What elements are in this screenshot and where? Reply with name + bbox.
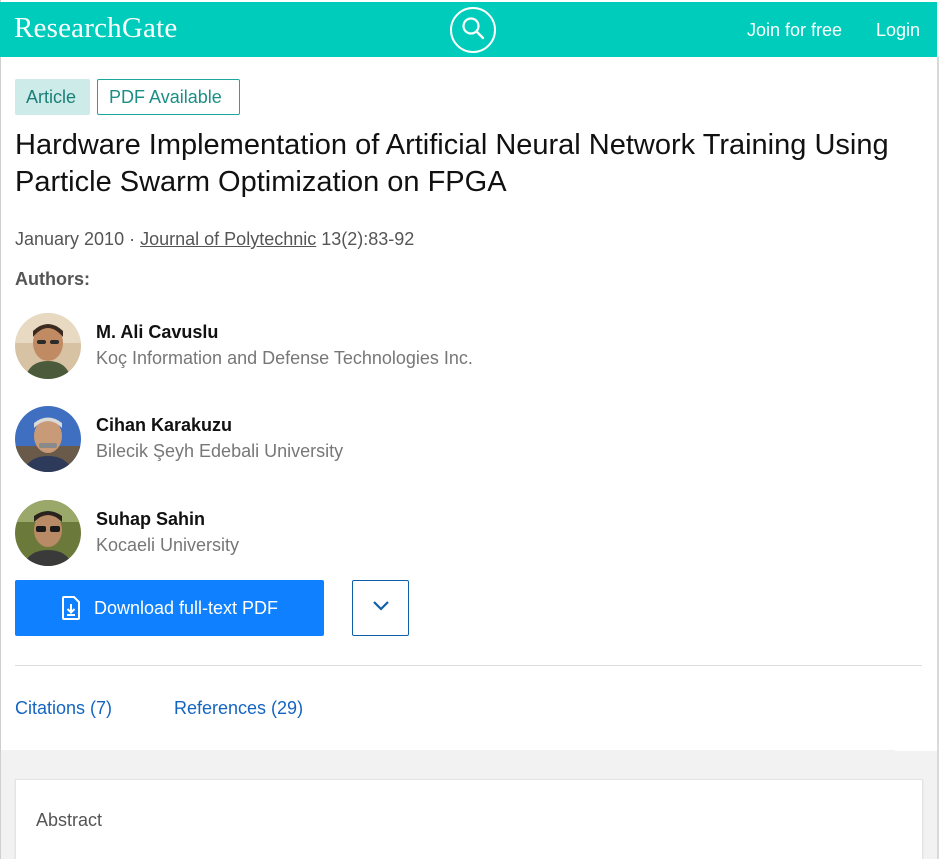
tab-citations[interactable]: Citations (7) <box>15 698 112 719</box>
publication-date: January 2010 <box>15 229 125 249</box>
search-button[interactable] <box>450 7 496 53</box>
pdf-available-badge: PDF Available <box>97 79 240 115</box>
journal-volume: 13(2):83-92 <box>321 229 415 249</box>
meta-separator: · <box>129 229 136 249</box>
download-button-label: Download full-text PDF <box>93 597 279 618</box>
author-item: M. Ali Cavuslu Koç Information and Defen… <box>15 313 715 379</box>
author-institution: Bilecik Şeyh Edebali University <box>96 441 344 461</box>
tab-references[interactable]: References (29) <box>174 698 303 719</box>
journal-link[interactable]: Journal of Polytechnic <box>140 229 316 249</box>
researchgate-logo[interactable]: ResearchGate <box>14 12 177 45</box>
author-name[interactable]: Suhap Sahin <box>96 509 205 530</box>
author-name[interactable]: M. Ali Cavuslu <box>96 322 218 343</box>
author-item: Suhap Sahin Kocaeli University <box>15 500 715 566</box>
author-institution: Koç Information and Defense Technologies… <box>96 348 473 368</box>
abstract-heading: Abstract <box>36 810 103 830</box>
section-divider <box>15 665 922 666</box>
author-avatar[interactable] <box>15 406 81 472</box>
author-institution: Kocaeli University <box>96 535 240 555</box>
authors-heading: Authors: <box>15 269 90 289</box>
join-for-free-link[interactable]: Join for free <box>747 20 842 41</box>
publication-meta: January 2010 · Journal of Polytechnic 13… <box>15 229 414 250</box>
author-name[interactable]: Cihan Karakuzu <box>96 415 232 436</box>
background-notch <box>895 745 937 751</box>
author-avatar[interactable] <box>15 500 81 566</box>
author-item: Cihan Karakuzu Bilecik Şeyh Edebali Univ… <box>15 406 715 472</box>
download-full-text-button[interactable]: Download full-text PDF <box>15 580 324 636</box>
abstract-card: Abstract <box>15 779 923 859</box>
top-navigation-bar: ResearchGate Join for free Login <box>0 2 937 57</box>
chevron-down-icon <box>372 599 390 617</box>
search-icon <box>461 16 485 45</box>
pdf-download-icon <box>61 596 81 620</box>
login-link[interactable]: Login <box>876 20 920 41</box>
more-options-button[interactable] <box>352 580 409 636</box>
article-title: Hardware Implementation of Artificial Ne… <box>15 129 889 198</box>
article-type-badge: Article <box>15 79 90 115</box>
author-avatar[interactable] <box>15 313 81 379</box>
